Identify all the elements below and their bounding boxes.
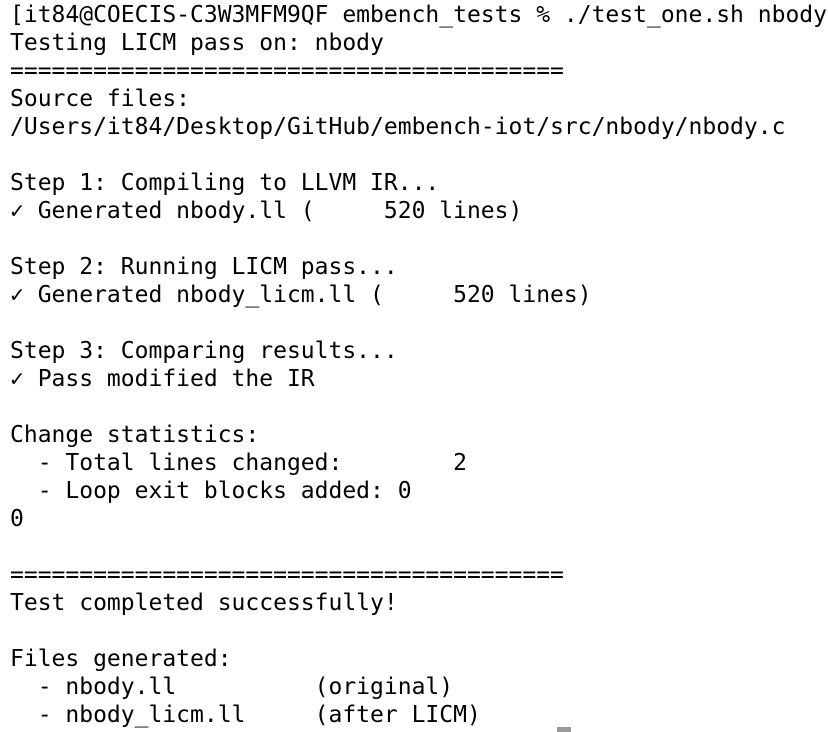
terminal-line-test-completed: Test completed successfully!	[10, 590, 398, 616]
terminal-line-step3-result: ✓ Pass modified the IR	[10, 366, 315, 392]
terminal-line-prompt-command: [it84@COECIS-C3W3MFM9QF embench_tests % …	[10, 2, 827, 28]
terminal-line-separator-bottom: ========================================	[10, 562, 564, 588]
terminal-line-change-statistics-label: Change statistics:	[10, 422, 260, 448]
terminal-line-step1-result: ✓ Generated nbody.ll ( 520 lines)	[10, 198, 523, 224]
terminal-line-testing-pass: Testing LICM pass on: nbody	[10, 30, 384, 56]
terminal-line-step3: Step 3: Comparing results...	[10, 338, 398, 364]
terminal-line-file-original: - nbody.ll (original)	[10, 674, 454, 700]
terminal-line-loop-exit-blocks: - Loop exit blocks added: 0	[10, 478, 412, 504]
terminal-line-file-licm: - nbody_licm.ll (after LICM)	[10, 702, 481, 728]
terminal-line-files-generated-label: Files generated:	[10, 646, 232, 672]
terminal-line-zero: 0	[10, 506, 24, 532]
terminal-line-total-lines-changed: - Total lines changed: 2	[10, 450, 467, 476]
terminal-line-step2-result: ✓ Generated nbody_licm.ll ( 520 lines)	[10, 282, 592, 308]
terminal-window[interactable]: [it84@COECIS-C3W3MFM9QF embench_tests % …	[0, 0, 828, 732]
terminal-line-source-files-label: Source files:	[10, 86, 191, 112]
terminal-line-step2: Step 2: Running LICM pass...	[10, 254, 398, 280]
terminal-cursor	[557, 727, 571, 732]
terminal-line-step1: Step 1: Compiling to LLVM IR...	[10, 170, 440, 196]
terminal-line-source-file-path: /Users/it84/Desktop/GitHub/embench-iot/s…	[10, 114, 786, 140]
terminal-line-separator-top: ========================================	[10, 58, 564, 84]
